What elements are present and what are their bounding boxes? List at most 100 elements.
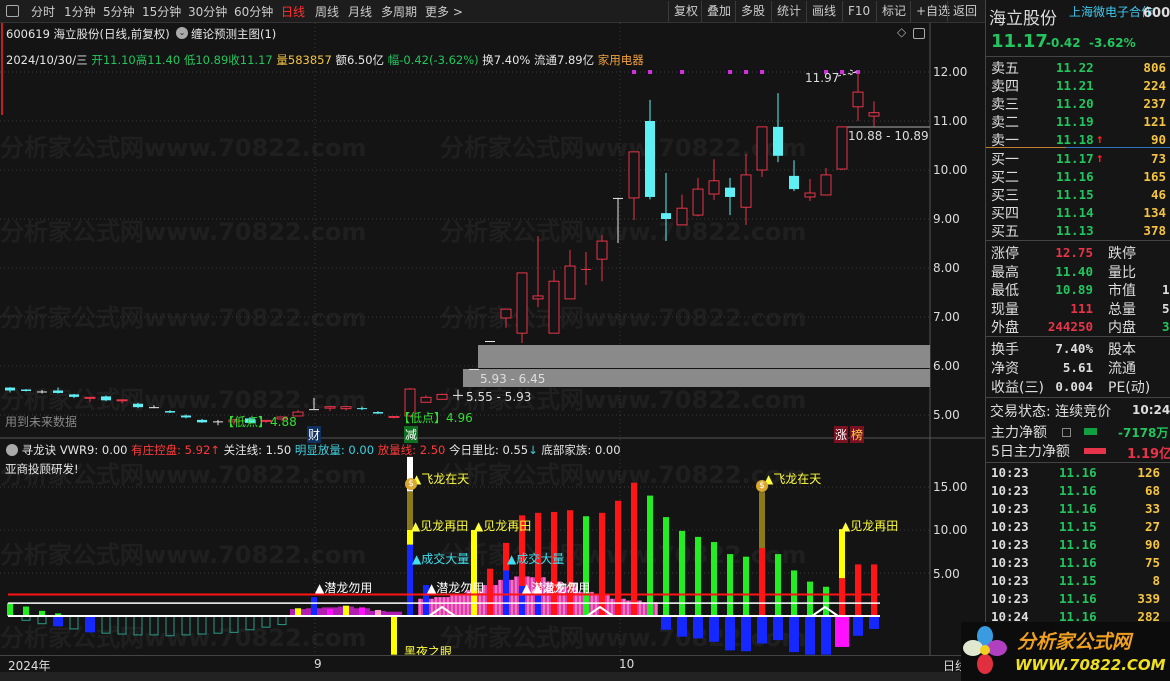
- price-tick: 7.00: [933, 310, 960, 324]
- signal-label: ▲成交大量: [507, 552, 565, 566]
- candle-body: [436, 393, 448, 400]
- stat-value: 0.004: [1055, 379, 1093, 394]
- stat-label: 最高: [991, 264, 1019, 281]
- stat-label: 跌停: [1108, 246, 1136, 262]
- indicator-bar: [855, 564, 861, 616]
- bid-price: 11.15: [1056, 187, 1094, 202]
- indicator-bar: [743, 556, 749, 616]
- signal-label: ▲飞龙在天: [412, 472, 470, 486]
- stat-value: 5: [1162, 300, 1170, 316]
- indicator-bar: [391, 616, 397, 655]
- tick-price: 11.16: [1059, 537, 1097, 552]
- indicator-bar: [181, 615, 191, 636]
- bid-label: 买四: [991, 206, 1019, 222]
- price-range-box: [478, 345, 930, 368]
- finance-badge[interactable]: 财: [307, 426, 322, 443]
- stat-label: 最低: [991, 283, 1019, 300]
- indicator-bar: [677, 616, 687, 637]
- indicator-bar: [23, 606, 29, 616]
- tick-volume: 126: [1137, 465, 1160, 480]
- indicator-bar: [773, 616, 783, 641]
- stat-value: 5.61: [1062, 360, 1093, 375]
- range-label: 10.88 - 10.89: [848, 129, 929, 143]
- indicator-bar: [661, 616, 671, 630]
- tick-volume: 90: [1144, 537, 1160, 552]
- stat-label: PE(动): [1108, 380, 1151, 396]
- stat-value: 10.89: [1055, 282, 1093, 298]
- ask-label: 卖三: [991, 97, 1019, 113]
- signal-label: ▲潜龙勿用: [427, 581, 485, 595]
- indicator-bar: [775, 554, 781, 616]
- author-note: 亚商投顾研发!: [5, 462, 79, 476]
- money-bag-icon: $: [756, 480, 768, 492]
- ask-price: 11.22: [1056, 60, 1094, 75]
- indicator-bar: [311, 597, 317, 616]
- candle-body: [101, 396, 111, 401]
- ask-volume: 121: [1143, 114, 1166, 129]
- signal-label: ▲见龙再田: [841, 519, 899, 533]
- tick-time: 10:23: [991, 483, 1029, 498]
- candle-body: [340, 406, 352, 410]
- tick-price: 11.16: [1059, 501, 1097, 516]
- tick-volume: 8: [1152, 573, 1160, 588]
- candlestick-chart[interactable]: [0, 0, 985, 681]
- tick-volume: 33: [1144, 501, 1160, 516]
- indicator-bar: [245, 615, 255, 631]
- candle-body: [773, 126, 783, 156]
- candle-body: [836, 126, 848, 170]
- candle-body: [197, 419, 207, 423]
- limit-up-badge[interactable]: 涨: [834, 426, 849, 443]
- candle-body: [692, 188, 704, 216]
- tick-price: 11.16: [1059, 465, 1097, 480]
- time-axis: 2024年 9 10 日线: [0, 655, 985, 673]
- indicator-bar: [741, 616, 751, 652]
- main-net-label: 主力净额: [991, 425, 1047, 441]
- bid-price: 11.17: [1056, 151, 1094, 166]
- indicator-bar: [295, 608, 301, 616]
- candle-body: [756, 126, 768, 171]
- signal-dot: [680, 70, 684, 74]
- list-icon[interactable]: [1062, 428, 1071, 437]
- bid-label: 买二: [991, 170, 1019, 186]
- tick-price: 11.16: [1059, 555, 1097, 570]
- tick-volume: 27: [1144, 519, 1160, 534]
- indicator-bar: [725, 616, 735, 651]
- signal-dot: [744, 70, 748, 74]
- stat-value: 12.75: [1055, 245, 1093, 260]
- candle-body: [548, 280, 560, 334]
- tick-price: 11.15: [1059, 519, 1097, 534]
- indicator-bar: [229, 615, 239, 633]
- ranking-badge[interactable]: 榜: [850, 426, 865, 443]
- net5-bar: [1084, 448, 1106, 454]
- tick-volume: 339: [1137, 591, 1160, 606]
- stat-label: 市值: [1108, 283, 1136, 300]
- candle-body: [485, 341, 495, 343]
- reduce-badge[interactable]: 减: [404, 426, 419, 443]
- indicator-bar: [805, 616, 815, 655]
- indicator-bar: [647, 495, 653, 616]
- bid-label: 买三: [991, 188, 1019, 204]
- price-change-pct: -3.62%: [1089, 36, 1136, 50]
- chevron-down-icon[interactable]: [6, 444, 18, 456]
- bottom-tab-strip[interactable]: [0, 672, 985, 681]
- bid-volume: 378: [1143, 223, 1166, 238]
- indicator-bar: [823, 586, 829, 616]
- ask-volume: 237: [1143, 96, 1166, 111]
- candle-body: [165, 411, 175, 413]
- tick-volume: 75: [1144, 555, 1160, 570]
- trade-status: 交易状态: 连续竞价: [990, 404, 1112, 420]
- ask-label: 卖二: [991, 115, 1019, 131]
- stat-label: 涨停: [991, 246, 1019, 262]
- bid-price: 11.14: [1056, 205, 1094, 220]
- tick-price: 11.16: [1059, 591, 1097, 606]
- price-tick: 12.00: [933, 65, 968, 79]
- ask-label: 卖四: [991, 79, 1019, 95]
- candle-body: [21, 389, 31, 391]
- indicator-bar: [133, 615, 143, 636]
- candle-body: [613, 197, 623, 199]
- high-price-label: 11.97: [805, 71, 840, 85]
- price-tick: 5.00: [933, 408, 960, 422]
- candle-body: [53, 390, 63, 393]
- stat-label: 量比: [1108, 264, 1136, 281]
- indicator-bar: [117, 615, 127, 635]
